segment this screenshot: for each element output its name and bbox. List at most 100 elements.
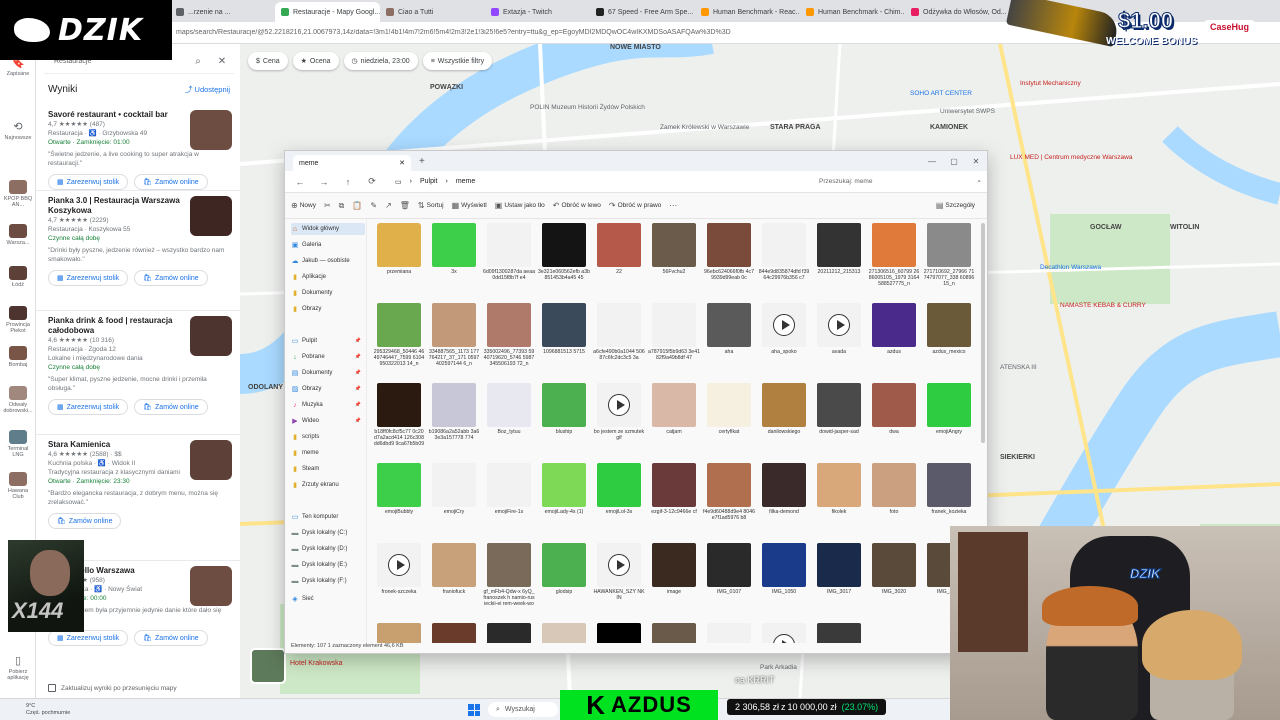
nav-item[interactable]: ▮ Aplikacje — [291, 271, 365, 283]
file-item[interactable]: 22 — [593, 223, 645, 287]
file-item[interactable] — [483, 623, 535, 643]
map-place-label[interactable]: STARA PRAGA — [770, 124, 821, 131]
nav-item[interactable]: ▬ Dysk lokalny (F:) — [291, 575, 365, 587]
file-item[interactable]: dwa — [868, 383, 920, 447]
file-item[interactable] — [813, 623, 865, 643]
layers-button[interactable] — [250, 648, 286, 684]
close-icon[interactable]: ✕ — [399, 159, 405, 167]
windows-start-icon[interactable] — [468, 704, 480, 716]
place-name[interactable]: Pianka 3.0 | Restauracja Warszawa Koszyk… — [48, 196, 180, 216]
browser-tab[interactable]: ...rzenie na ... — [170, 2, 275, 22]
nav-item[interactable]: ▭ Ten komputer — [291, 511, 365, 523]
browser-tab[interactable]: 67 Speed - Free Arm Spe... — [590, 2, 695, 22]
toolbar-sort-button[interactable]: ⇅ Sortuj — [418, 201, 444, 210]
nav-item[interactable]: ◈ Sieć — [291, 593, 365, 605]
new-tab-icon[interactable]: + — [419, 156, 425, 167]
close-icon[interactable]: ✕ — [965, 157, 987, 166]
file-item[interactable]: filka-demond — [758, 463, 810, 527]
file-item[interactable]: 6d09f1300287da aeaa0dd15f8b7f e4 — [483, 223, 535, 287]
file-item[interactable]: 3e321e060562efb a3b851453b4a45 45 — [538, 223, 590, 287]
file-item[interactable]: IMG_0107 — [703, 543, 755, 607]
refresh-icon[interactable]: ⟳ — [363, 176, 381, 187]
folder-item[interactable]: przemiana — [373, 223, 425, 287]
rail-item[interactable]: Warsza... — [2, 224, 34, 246]
place-card[interactable]: Savoré restaurant • cocktail bar 4,7 ★★★★… — [48, 110, 232, 190]
rail-item[interactable]: KPOP BBQ AN... — [2, 180, 34, 208]
file-item[interactable]: azdus — [868, 303, 920, 367]
map-place-label[interactable]: POLIN Muzeum Historii Żydów Polskich — [530, 104, 645, 111]
share-link[interactable]: ⤴ Udostępnij — [185, 84, 230, 95]
reserve-button[interactable]: ▦ Zarezerwuj stolik — [48, 174, 129, 190]
file-item[interactable]: gf_mFb4-Qdw-x 6yQ_franoszek h namio-rusi… — [483, 543, 535, 607]
map-place-label[interactable]: NOWE MIASTO — [610, 44, 661, 51]
toolbar-rename-button[interactable]: ✎ — [370, 201, 377, 210]
browser-tab[interactable]: Odżywka do Włosów, Od... — [905, 2, 1010, 22]
file-item[interactable]: 295329468_50446 4649746447_7599 61049503… — [373, 303, 425, 367]
file-item[interactable]: IMG_3020 — [868, 543, 920, 607]
up-icon[interactable]: ↑ — [339, 177, 357, 187]
file-item[interactable]: ezgif-3-12c9466e cf — [648, 463, 700, 527]
place-card[interactable]: Pianka drink & food | restauracja całodo… — [48, 316, 232, 415]
breadcrumb[interactable]: ▭ › Pulpit › meme — [395, 178, 795, 186]
map-place-label[interactable]: SOHO ART CENTER — [910, 90, 972, 97]
update-on-move-checkbox[interactable] — [48, 684, 56, 692]
file-item[interactable] — [428, 623, 480, 643]
map-place-label[interactable]: ATENSKA III — [1000, 364, 1037, 371]
map-place-label[interactable]: SIEKIERKI — [1000, 454, 1035, 461]
file-item[interactable] — [648, 623, 700, 643]
reserve-button[interactable]: ▦ Zarezerwuj stolik — [48, 270, 129, 286]
toolbar-rotate-right-button[interactable]: ↷ Obróć w prawo — [609, 201, 661, 210]
file-item[interactable]: avada — [813, 303, 865, 367]
toolbar-wallpaper-button[interactable]: ▣ Ustaw jako tło — [495, 201, 545, 210]
toolbar-view-button[interactable]: ▦ Wyświetl — [452, 201, 487, 210]
place-photo[interactable] — [190, 316, 232, 356]
file-item[interactable]: catjam — [648, 383, 700, 447]
file-item[interactable]: Boz_tytuu — [483, 383, 535, 447]
nav-item[interactable]: ♪ Muzyka 📌 — [291, 399, 365, 411]
map-place-label[interactable]: KAMIONEK — [930, 124, 968, 131]
toolbar-more-button[interactable]: ⋯ — [669, 201, 677, 210]
file-item[interactable]: glodsip — [538, 543, 590, 607]
file-item[interactable]: 3x — [428, 223, 480, 287]
breadcrumb-item[interactable]: meme — [456, 178, 475, 185]
file-item[interactable]: 271306516_60799 2686005105_1979 31645885… — [868, 223, 920, 287]
file-item[interactable]: b18ff0fc8cf5c77 0c20d7a2acd414 126c308dd… — [373, 383, 425, 447]
file-item[interactable] — [703, 623, 755, 643]
nav-item[interactable]: ▮ scripts — [291, 431, 365, 443]
map-place-label[interactable]: Hotel Krakowska — [290, 660, 343, 667]
file-item[interactable]: aha — [703, 303, 755, 367]
file-item[interactable] — [593, 623, 645, 643]
order-online-button[interactable]: 🛍 Zamów online — [134, 630, 208, 646]
file-item[interactable] — [758, 623, 810, 643]
map-place-label[interactable]: Uniwersytet SWPS — [940, 108, 995, 115]
browser-tab[interactable]: Ciao a Tutti — [380, 2, 485, 22]
nav-item[interactable]: ▮ Steam — [291, 463, 365, 475]
file-item[interactable]: 96ebc624066f0fb 4c79939d99eab 0c — [703, 223, 755, 287]
reserve-button[interactable]: ▦ Zarezerwuj stolik — [48, 399, 129, 415]
file-item[interactable]: a787915f5b9d63 3e4182f9a49b8df 47 — [648, 303, 700, 367]
browser-tab[interactable]: Extazja - Twitch — [485, 2, 590, 22]
file-item[interactable]: foto — [868, 463, 920, 527]
file-item[interactable]: bluship — [538, 383, 590, 447]
nav-item[interactable]: ▬ Dysk lokalny (E:) — [291, 559, 365, 571]
map-place-label[interactable]: WITOLIN — [1170, 224, 1199, 231]
nav-item[interactable]: ▨ Obrazy 📌 — [291, 383, 365, 395]
file-item[interactable]: 20211212_215313 — [813, 223, 865, 287]
weather-widget[interactable]: 9°C Częś. pochmurnie — [26, 703, 70, 717]
place-card[interactable]: Pianka 3.0 | Restauracja Warszawa Koszyk… — [48, 196, 232, 286]
file-item[interactable]: bo jestem ze szmutek gif — [593, 383, 645, 447]
file-item[interactable]: franiofuck — [428, 543, 480, 607]
file-item[interactable]: aha_spoko — [758, 303, 810, 367]
rail-item[interactable]: ⟲ Najnowsze — [2, 120, 34, 141]
file-item[interactable]: image — [648, 543, 700, 607]
file-item[interactable]: 844e9d835874dfd f3964c29976b356 c7 — [758, 223, 810, 287]
rail-item[interactable]: Odwały dobrowski... — [2, 386, 34, 414]
file-item[interactable]: emojiLol-3s — [593, 463, 645, 527]
nav-item[interactable]: ▣ Galeria — [291, 239, 365, 251]
scrollbar[interactable] — [981, 223, 985, 443]
file-item[interactable]: IMG_3017 — [813, 543, 865, 607]
order-online-button[interactable]: 🛍 Zamów online — [134, 270, 208, 286]
file-item[interactable]: danilowskiego — [758, 383, 810, 447]
details-button[interactable]: ▤ Szczegóły — [936, 201, 975, 210]
file-item[interactable]: IMG_1050 — [758, 543, 810, 607]
